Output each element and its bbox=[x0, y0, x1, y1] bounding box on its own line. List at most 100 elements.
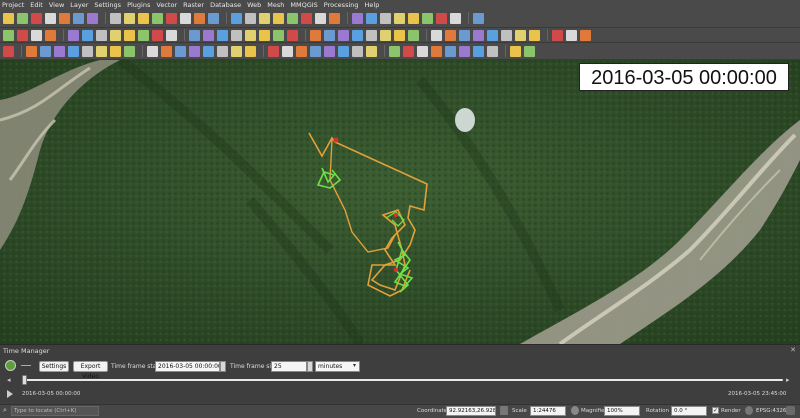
toolbar-tool-icon[interactable] bbox=[3, 12, 14, 24]
toolbar-tool-icon[interactable] bbox=[189, 45, 200, 57]
menu-item-plugins[interactable]: Plugins bbox=[127, 1, 150, 9]
map-canvas[interactable] bbox=[0, 60, 800, 344]
toolbar-tool-icon[interactable] bbox=[124, 45, 135, 57]
menu-item-edit[interactable]: Edit bbox=[30, 1, 43, 9]
toolbar-tool-icon[interactable] bbox=[245, 45, 256, 57]
toolbar-tool-icon[interactable] bbox=[245, 12, 256, 24]
menu-item-mmqgis[interactable]: MMQGIS bbox=[290, 1, 317, 9]
toolbar-tool-icon[interactable] bbox=[380, 12, 391, 24]
toolbar-tool-icon[interactable] bbox=[459, 29, 470, 41]
toolbar-tool-icon[interactable] bbox=[110, 29, 121, 41]
play-icon[interactable] bbox=[7, 390, 13, 398]
toolbar-tool-icon[interactable] bbox=[217, 29, 228, 41]
toolbar-tool-icon[interactable] bbox=[473, 12, 484, 24]
toolbar-tool-icon[interactable] bbox=[152, 12, 163, 24]
toolbar-tool-icon[interactable] bbox=[445, 29, 456, 41]
toolbar-tool-icon[interactable] bbox=[203, 29, 214, 41]
toolbar-tool-icon[interactable] bbox=[180, 12, 191, 24]
menu-item-database[interactable]: Database bbox=[210, 1, 241, 9]
toolbar-tool-icon[interactable] bbox=[231, 12, 242, 24]
frame-size-input[interactable]: 25 bbox=[271, 361, 307, 372]
toolbar-tool-icon[interactable] bbox=[394, 12, 405, 24]
toolbar-tool-icon[interactable] bbox=[417, 45, 428, 57]
toolbar-tool-icon[interactable] bbox=[138, 12, 149, 24]
toolbar-tool-icon[interactable] bbox=[152, 29, 163, 41]
toolbar-tool-icon[interactable] bbox=[68, 45, 79, 57]
time-slider-handle[interactable] bbox=[22, 375, 27, 385]
menu-item-vector[interactable]: Vector bbox=[156, 1, 177, 9]
toolbar-tool-icon[interactable] bbox=[73, 12, 84, 24]
toolbar-tool-icon[interactable] bbox=[31, 29, 42, 41]
coordinate-field[interactable]: 92.92163,26.92855 bbox=[446, 406, 496, 416]
toolbar-tool-icon[interactable] bbox=[436, 12, 447, 24]
lock-scale-icon[interactable] bbox=[571, 406, 579, 415]
crs-button[interactable]: EPSG:4326 bbox=[756, 408, 786, 414]
toolbar-tool-icon[interactable] bbox=[315, 12, 326, 24]
rotation-field[interactable]: 0.0 ° bbox=[671, 406, 707, 416]
toolbar-tool-icon[interactable] bbox=[408, 12, 419, 24]
toolbar-tool-icon[interactable] bbox=[82, 45, 93, 57]
menu-item-web[interactable]: Web bbox=[247, 1, 261, 9]
toolbar-tool-icon[interactable] bbox=[389, 45, 400, 57]
toolbar-tool-icon[interactable] bbox=[296, 45, 307, 57]
toolbar-tool-icon[interactable] bbox=[147, 45, 158, 57]
toolbar-tool-icon[interactable] bbox=[17, 29, 28, 41]
toolbar-tool-icon[interactable] bbox=[524, 45, 535, 57]
export-video-button[interactable]: Export Video bbox=[73, 361, 108, 380]
time-slider-track[interactable] bbox=[23, 379, 783, 381]
toolbar-tool-icon[interactable] bbox=[487, 45, 498, 57]
toolbar-tool-icon[interactable] bbox=[273, 12, 284, 24]
menu-item-view[interactable]: View bbox=[49, 1, 64, 9]
panel-close-icon[interactable]: ✕ bbox=[790, 346, 796, 354]
toolbar-tool-icon[interactable] bbox=[82, 29, 93, 41]
toolbar-tool-icon[interactable] bbox=[268, 45, 279, 57]
toolbar-tool-icon[interactable] bbox=[231, 45, 242, 57]
toolbar-tool-icon[interactable] bbox=[431, 45, 442, 57]
toolbar-tool-icon[interactable] bbox=[166, 29, 177, 41]
toolbar-tool-icon[interactable] bbox=[403, 45, 414, 57]
toolbar-tool-icon[interactable] bbox=[273, 29, 284, 41]
toolbar-tool-icon[interactable] bbox=[138, 29, 149, 41]
toolbar-tool-icon[interactable] bbox=[68, 29, 79, 41]
toolbar-tool-icon[interactable] bbox=[110, 12, 121, 24]
toolbar-tool-icon[interactable] bbox=[54, 45, 65, 57]
toolbar-tool-icon[interactable] bbox=[552, 29, 563, 41]
toolbar-tool-icon[interactable] bbox=[110, 45, 121, 57]
toolbar-tool-icon[interactable] bbox=[352, 12, 363, 24]
toolbar-tool-icon[interactable] bbox=[445, 45, 456, 57]
toolbar-tool-icon[interactable] bbox=[366, 45, 377, 57]
toolbar-tool-icon[interactable] bbox=[324, 45, 335, 57]
menu-item-mesh[interactable]: Mesh bbox=[267, 1, 284, 9]
toolbar-tool-icon[interactable] bbox=[59, 12, 70, 24]
toolbar-tool-icon[interactable] bbox=[166, 12, 177, 24]
toolbar-tool-icon[interactable] bbox=[450, 12, 461, 24]
toolbar-tool-icon[interactable] bbox=[26, 45, 37, 57]
toolbar-tool-icon[interactable] bbox=[352, 45, 363, 57]
toolbar-tool-icon[interactable] bbox=[473, 45, 484, 57]
toolbar-tool-icon[interactable] bbox=[194, 12, 205, 24]
toolbar-tool-icon[interactable] bbox=[324, 29, 335, 41]
messages-icon[interactable] bbox=[786, 406, 795, 415]
extents-toggle-icon[interactable] bbox=[500, 406, 508, 415]
slider-left-arrow-icon[interactable]: ◂ bbox=[7, 376, 11, 384]
menu-item-raster[interactable]: Raster bbox=[183, 1, 204, 9]
toolbar-tool-icon[interactable] bbox=[394, 29, 405, 41]
toolbar-tool-icon[interactable] bbox=[515, 29, 526, 41]
toolbar-tool-icon[interactable] bbox=[329, 12, 340, 24]
toolbar-tool-icon[interactable] bbox=[245, 29, 256, 41]
toolbar-tool-icon[interactable] bbox=[352, 29, 363, 41]
toolbar-tool-icon[interactable] bbox=[529, 29, 540, 41]
toolbar-tool-icon[interactable] bbox=[566, 29, 577, 41]
menu-item-project[interactable]: Project bbox=[2, 1, 24, 9]
toolbar-tool-icon[interactable] bbox=[473, 29, 484, 41]
toolbar-tool-icon[interactable] bbox=[580, 29, 591, 41]
toolbar-tool-icon[interactable] bbox=[189, 29, 200, 41]
toolbar-tool-icon[interactable] bbox=[3, 29, 14, 41]
toolbar-tool-icon[interactable] bbox=[338, 45, 349, 57]
toolbar-tool-icon[interactable] bbox=[408, 29, 419, 41]
toolbar-tool-icon[interactable] bbox=[380, 29, 391, 41]
menu-item-settings[interactable]: Settings bbox=[94, 1, 121, 9]
toolbar-tool-icon[interactable] bbox=[366, 29, 377, 41]
settings-button[interactable]: Settings bbox=[39, 361, 69, 372]
toolbar-tool-icon[interactable] bbox=[422, 12, 433, 24]
